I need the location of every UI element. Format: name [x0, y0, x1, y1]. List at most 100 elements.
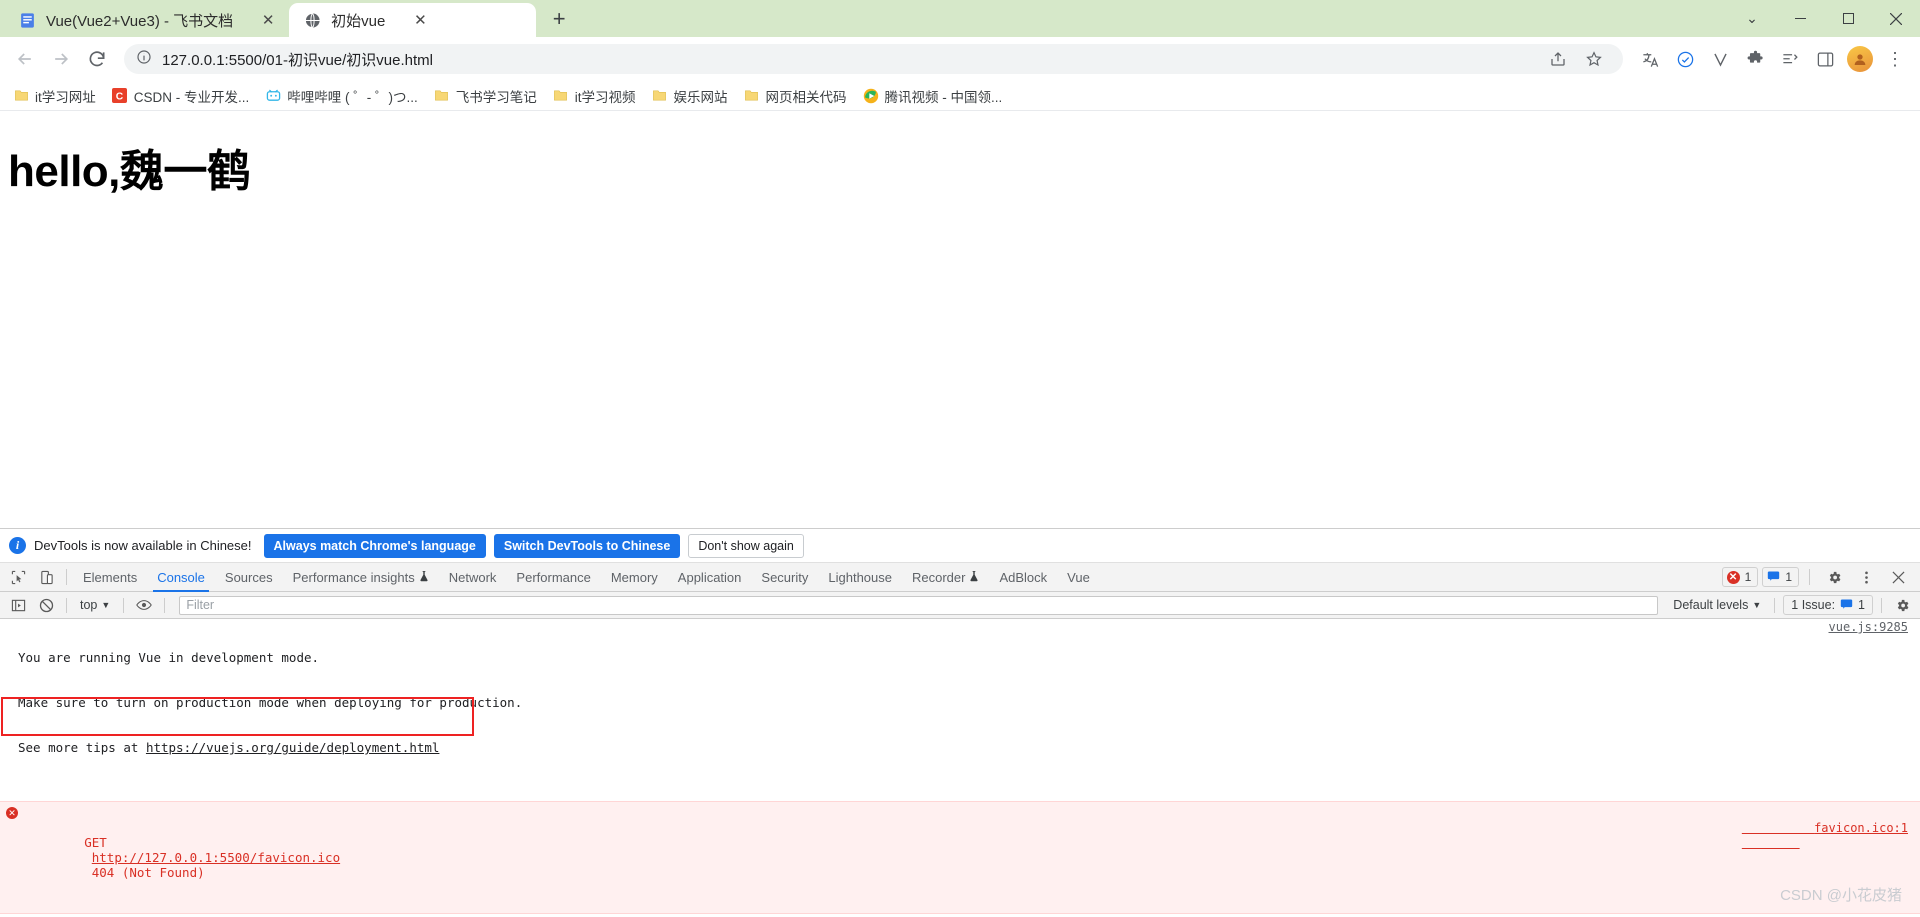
devtools-tab-recorder[interactable]: Recorder [902, 563, 989, 592]
bookmark-label: 飞书学习笔记 [455, 89, 537, 105]
translate-icon[interactable] [1633, 42, 1667, 76]
source-link[interactable]: vue.js:9285 [1829, 620, 1908, 635]
message-count: 1 [1785, 570, 1792, 584]
chevron-down-icon[interactable]: ⌄ [1728, 0, 1776, 37]
error-status: 404 (Not Found) [91, 865, 205, 880]
device-toolbar-icon[interactable] [32, 564, 60, 590]
v-extension-icon[interactable] [1703, 42, 1737, 76]
devtools-tab-sources[interactable]: Sources [215, 563, 283, 592]
source-link-text: favicon.ico:1 [1814, 821, 1908, 835]
console-error-message[interactable]: ✕ GET http://127.0.0.1:5500/favicon.ico … [0, 801, 1920, 914]
info-icon: i [9, 537, 26, 554]
tab-label: Performance [516, 569, 591, 585]
back-icon[interactable] [8, 42, 42, 76]
bookmark-网页相关代码[interactable]: 网页相关代码 [737, 83, 854, 109]
forward-icon[interactable] [44, 42, 78, 76]
csdn-icon: C [112, 88, 128, 104]
devtools-tab-performance-insights[interactable]: Performance insights [283, 563, 439, 592]
reading-list-icon[interactable] [1773, 42, 1807, 76]
gear-icon[interactable] [1890, 594, 1914, 616]
tencent-video-icon [863, 88, 879, 104]
devtools-tab-security[interactable]: Security [751, 563, 818, 592]
issues-badge[interactable]: 1 Issue: 1 [1783, 595, 1873, 615]
site-info-icon[interactable] [136, 49, 152, 70]
close-devtools-icon[interactable] [1884, 564, 1912, 590]
close-window-button[interactable] [1872, 0, 1920, 37]
flask-icon [969, 570, 979, 585]
tab-label: Memory [610, 569, 658, 585]
browser-tab-1[interactable]: Vue(Vue2+Vue3) - 飞书文档 ✕ [4, 3, 289, 37]
source-link[interactable]: favicon.ico:1 [1742, 806, 1908, 851]
tab-label: Lighthouse [828, 569, 892, 585]
tab-label: Sources [224, 569, 273, 585]
bookmark-飞书学习笔记[interactable]: 飞书学习笔记 [427, 83, 544, 109]
gear-icon[interactable] [1820, 564, 1848, 590]
browser-tab-2[interactable]: 初始vue ✕ [289, 3, 537, 37]
divider [66, 597, 67, 613]
devtools-tab-application[interactable]: Application [668, 563, 752, 592]
console-sidebar-toggle-icon[interactable] [6, 594, 30, 616]
console-log-message[interactable]: You are running Vue in development mode.… [0, 619, 1920, 801]
tab-label: Console [157, 569, 205, 585]
inspect-element-icon[interactable] [4, 564, 32, 590]
bookmark-娱乐网站[interactable]: 娱乐网站 [645, 83, 735, 109]
issues-label: 1 Issue: [1791, 598, 1836, 612]
doc-icon [18, 11, 36, 29]
kebab-icon[interactable] [1852, 564, 1880, 590]
bookmarks-bar: it学习网址 C CSDN - 专业开发... 哔哩哔哩 ( ゜- ゜)つ...… [0, 81, 1920, 111]
tab-label: Recorder [912, 569, 966, 585]
live-expression-eye-icon[interactable] [132, 594, 156, 616]
bookmark-bilibili[interactable]: 哔哩哔哩 ( ゜- ゜)つ... [258, 83, 425, 109]
chevron-down-icon: ▼ [1752, 600, 1762, 610]
bookmark-it学习视频[interactable]: it学习视频 [546, 83, 643, 109]
close-icon[interactable]: ✕ [409, 9, 431, 31]
error-count-badge[interactable]: ✕ 1 [1721, 567, 1759, 587]
browser-window: Vue(Vue2+Vue3) - 飞书文档 ✕ 初始vue ✕ + ⌄ 127.… [0, 0, 1920, 917]
error-count: 1 [1744, 570, 1752, 584]
devtools-tab-network[interactable]: Network [439, 563, 507, 592]
devtools-tab-console[interactable]: Console [147, 563, 215, 592]
share-icon[interactable] [1541, 42, 1575, 76]
bookmark-csdn[interactable]: C CSDN - 专业开发... [105, 83, 257, 109]
context-selector[interactable]: top ▼ [75, 597, 115, 613]
clear-console-icon[interactable] [34, 594, 58, 616]
devtools-tab-memory[interactable]: Memory [601, 563, 668, 592]
devtools-tab-elements[interactable]: Elements [73, 563, 147, 592]
kebab-icon[interactable]: ⋮ [1878, 42, 1912, 76]
log-line-1: You are running Vue in development mode. [18, 650, 320, 665]
console-messages[interactable]: You are running Vue in development mode.… [0, 619, 1920, 917]
watermark: CSDN @小花皮猪 [1780, 887, 1902, 904]
switch-devtools-chinese-button[interactable]: Switch DevTools to Chinese [493, 533, 681, 558]
bookmark-star-icon[interactable] [1577, 42, 1611, 76]
devtools-tab-adblock[interactable]: AdBlock [989, 563, 1057, 592]
divider [1774, 597, 1776, 613]
maximize-button[interactable] [1824, 0, 1872, 37]
devtools-tab-lighthouse[interactable]: Lighthouse [818, 563, 902, 592]
devtools-tab-vue[interactable]: Vue [1057, 563, 1100, 592]
context-label: top [80, 598, 98, 612]
devtools-tab-performance[interactable]: Performance [506, 563, 600, 592]
new-tab-button[interactable]: + [542, 2, 576, 36]
side-panel-icon[interactable] [1808, 42, 1842, 76]
minimize-button[interactable] [1776, 0, 1824, 37]
bookmark-it学习网址[interactable]: it学习网址 [6, 83, 103, 109]
avatar[interactable] [1843, 42, 1877, 76]
close-icon[interactable]: ✕ [257, 9, 279, 31]
shield-icon[interactable] [1668, 42, 1702, 76]
always-match-language-button[interactable]: Always match Chrome's language [263, 533, 486, 558]
bookmark-label: 网页相关代码 [765, 89, 847, 105]
dont-show-again-button[interactable]: Don't show again [688, 533, 804, 558]
filter-input[interactable]: Filter [179, 595, 1659, 615]
error-icon: ✕ [1726, 570, 1740, 584]
bookmark-腾讯视频[interactable]: 腾讯视频 - 中国领... [856, 83, 1010, 109]
error-url[interactable]: http://127.0.0.1:5500/favicon.ico [92, 850, 340, 865]
bookmark-label: 腾讯视频 - 中国领... [884, 89, 1003, 105]
reload-icon[interactable] [80, 42, 114, 76]
puzzle-icon[interactable] [1738, 42, 1772, 76]
address-bar[interactable]: 127.0.0.1:5500/01-初识vue/初识vue.html [124, 44, 1623, 74]
divider [1881, 597, 1882, 613]
message-count-badge[interactable]: 1 [1762, 567, 1799, 587]
log-levels-selector[interactable]: Default levels ▼ [1668, 597, 1766, 613]
deployment-link[interactable]: https://vuejs.org/guide/deployment.html [146, 740, 440, 755]
message-icon [1767, 569, 1780, 585]
